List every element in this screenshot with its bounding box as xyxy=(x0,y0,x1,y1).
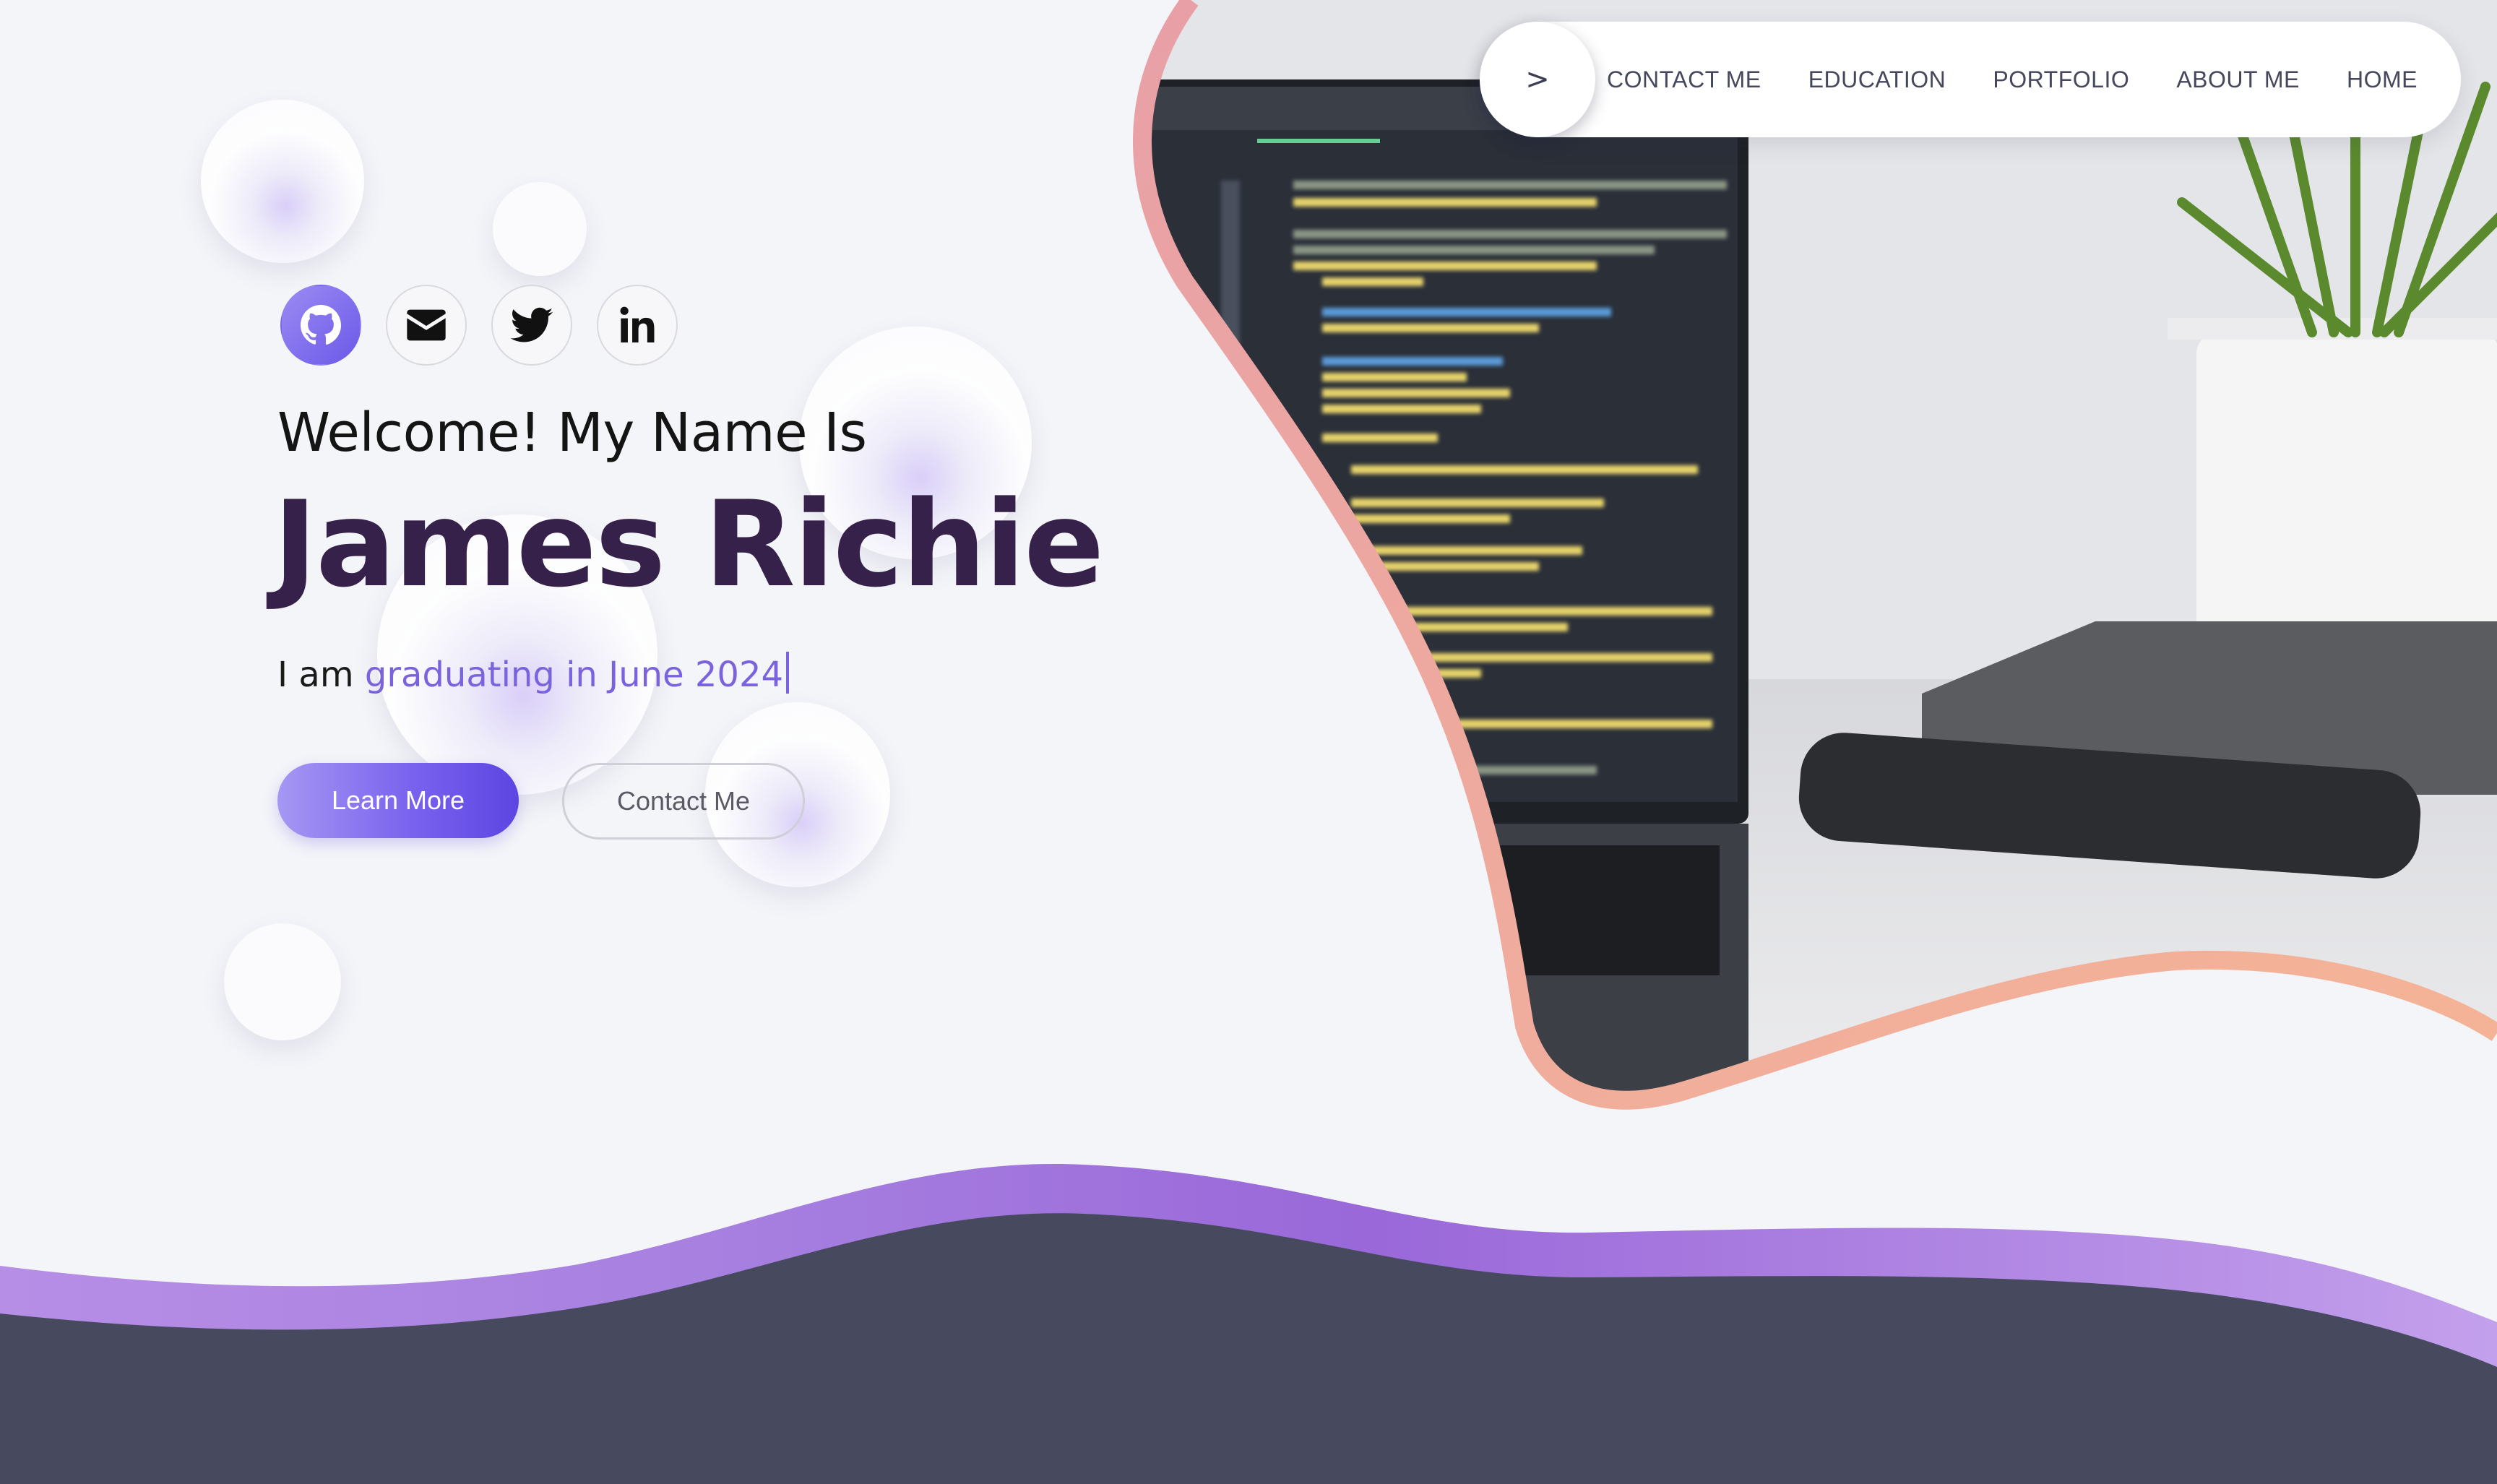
footer-wave xyxy=(0,1164,2497,1484)
nav-links: CONTACT ME EDUCATION PORTFOLIO ABOUT ME … xyxy=(1607,22,2418,137)
page: > CONTACT ME EDUCATION PORTFOLIO ABOUT M… xyxy=(0,0,2497,1484)
learn-more-button[interactable]: Learn More xyxy=(277,763,519,838)
nav-toggle-button[interactable]: > xyxy=(1480,22,1595,137)
github-link[interactable] xyxy=(280,285,361,366)
decorative-bubble xyxy=(201,100,364,263)
nav-link-contact[interactable]: CONTACT ME xyxy=(1607,66,1761,93)
navbar: > CONTACT ME EDUCATION PORTFOLIO ABOUT M… xyxy=(1480,22,2461,137)
nav-link-home[interactable]: HOME xyxy=(2347,66,2418,93)
contact-me-button[interactable]: Contact Me xyxy=(562,763,805,840)
twitter-icon xyxy=(510,307,553,342)
linkedin-link[interactable] xyxy=(597,285,678,366)
email-icon xyxy=(407,309,446,341)
nav-link-about[interactable]: ABOUT ME xyxy=(2176,66,2300,93)
greeting-text: Welcome! My Name Is xyxy=(277,402,867,464)
tagline-typed-text: graduating in June 2024 xyxy=(364,655,784,695)
github-icon xyxy=(301,305,341,345)
hero-name: James Richie xyxy=(273,475,1104,613)
nav-link-portfolio[interactable]: PORTFOLIO xyxy=(1993,66,2129,93)
hero-tagline: I am graduating in June 2024 xyxy=(277,652,790,695)
social-links xyxy=(280,285,678,366)
decorative-bubble xyxy=(493,182,587,276)
email-link[interactable] xyxy=(386,285,467,366)
typing-caret xyxy=(786,652,790,694)
tagline-prefix: I am xyxy=(277,655,365,695)
nav-link-education[interactable]: EDUCATION xyxy=(1808,66,1946,93)
decorative-bubble xyxy=(224,923,341,1040)
twitter-link[interactable] xyxy=(491,285,572,366)
linkedin-icon xyxy=(620,306,655,342)
